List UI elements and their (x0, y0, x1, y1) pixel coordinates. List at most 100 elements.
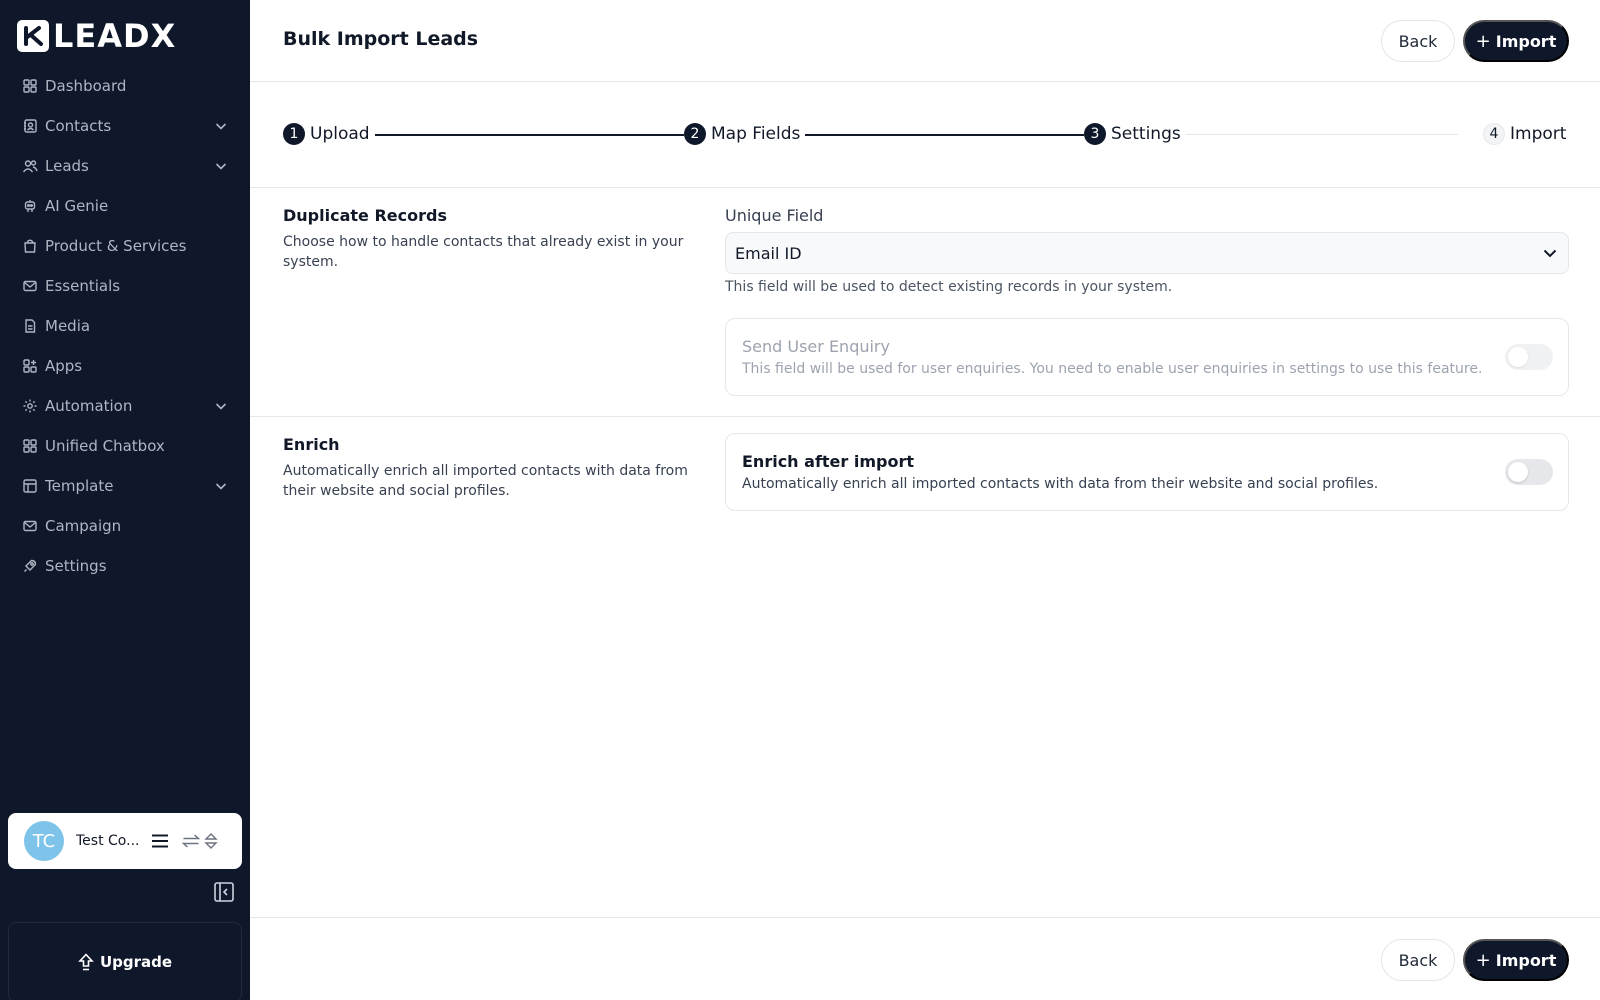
step-label: Map Fields (711, 124, 801, 144)
footer-import-button[interactable]: + Import (1463, 939, 1569, 981)
sidebar-item-campaign[interactable]: Campaign (0, 506, 250, 546)
duplicate-records-title: Duplicate Records (283, 206, 447, 225)
chatbox-grid-icon (21, 437, 39, 455)
sidebar-item-automation[interactable]: Automation (0, 386, 250, 426)
expand-sort-icon[interactable] (204, 830, 218, 852)
step-number: 2 (684, 123, 706, 145)
section-divider (250, 187, 1600, 188)
brand-logo[interactable]: LEADX (17, 20, 176, 52)
sidebar-item-label: AI Genie (45, 197, 109, 215)
sidebar-item-settings[interactable]: Settings (0, 546, 250, 586)
step-label: Upload (310, 124, 370, 144)
step-label: Settings (1111, 124, 1181, 144)
sidebar-item-product-services[interactable]: Product & Services (0, 226, 250, 266)
switch-arrows-icon[interactable] (182, 830, 200, 852)
import-button[interactable]: + Import (1463, 20, 1569, 62)
enrich-after-import-card: Enrich after import Automatically enrich… (725, 433, 1569, 511)
chevron-down-icon[interactable] (214, 479, 228, 493)
mail-icon (21, 277, 39, 295)
sidebar-item-label: Product & Services (45, 237, 187, 255)
chevron-down-icon (1542, 245, 1558, 261)
step-upload[interactable]: 1 Upload (283, 123, 375, 145)
sidebar-item-dashboard[interactable]: Dashboard (0, 66, 250, 106)
import-stepper: 1 Upload 2 Map Fields 3 Settings 4 Impor… (283, 120, 1572, 150)
import-label: Import (1495, 950, 1557, 970)
shopping-bag-icon (21, 237, 39, 255)
user-card[interactable]: TC Test Co... (8, 813, 242, 869)
step-connector (1158, 134, 1458, 135)
unique-field-value: Email ID (735, 243, 802, 263)
enrich-description: Automatically enrich all imported contac… (283, 463, 688, 499)
avatar[interactable]: TC (24, 821, 64, 861)
sidebar-item-template[interactable]: Template (0, 466, 250, 506)
sidebar-item-label: Contacts (45, 117, 112, 135)
sidebar-item-label: Leads (45, 157, 89, 175)
sidebar-item-label: Automation (45, 397, 133, 415)
sidebar-item-apps[interactable]: Apps (0, 346, 250, 386)
sidebar-item-label: Template (45, 477, 114, 495)
chevron-down-icon[interactable] (214, 119, 228, 133)
import-label: Import (1495, 31, 1557, 51)
page-title: Bulk Import Leads (283, 28, 479, 50)
collapse-sidebar-icon[interactable] (213, 881, 235, 903)
unique-field-hint: This field will be used to detect existi… (725, 279, 1173, 295)
sidebar-item-label: Essentials (45, 277, 121, 295)
step-import[interactable]: 4 Import (1483, 123, 1572, 145)
logo-mark-icon (17, 20, 49, 52)
back-button[interactable]: Back (1381, 20, 1455, 62)
sidebar-item-label: Dashboard (45, 77, 127, 95)
users-icon (21, 157, 39, 175)
enrich-after-import-toggle[interactable] (1505, 459, 1553, 485)
enrich-after-import-description: Automatically enrich all imported contac… (742, 476, 1379, 492)
step-number: 3 (1084, 123, 1106, 145)
sidebar-nav: Dashboard Contacts Leads AI Genie Produc… (0, 66, 250, 586)
automation-gear-icon (21, 397, 39, 415)
main-content: Bulk Import Leads Back + Import 1 Upload… (250, 0, 1600, 1000)
step-number: 1 (283, 123, 305, 145)
sidebar-item-unified-chatbox[interactable]: Unified Chatbox (0, 426, 250, 466)
campaign-mail-icon (21, 517, 39, 535)
file-icon (21, 317, 39, 335)
step-connector (788, 134, 1091, 136)
chevron-down-icon[interactable] (214, 399, 228, 413)
page-footer: Back + Import (250, 917, 1600, 1000)
plus-icon: + (1475, 949, 1491, 971)
step-connector (369, 134, 691, 136)
enrich-title: Enrich (283, 435, 340, 454)
send-user-enquiry-toggle[interactable] (1505, 344, 1553, 370)
unique-field-label: Unique Field (725, 206, 824, 225)
sidebar-item-essentials[interactable]: Essentials (0, 266, 250, 306)
sidebar-item-ai-genie[interactable]: AI Genie (0, 186, 250, 226)
chevron-down-icon[interactable] (214, 159, 228, 173)
sidebar-item-label: Apps (45, 357, 83, 375)
sidebar: LEADX Dashboard Contacts Leads AI Genie … (0, 0, 250, 1000)
step-settings[interactable]: 3 Settings (1084, 123, 1186, 145)
enrich-after-import-title: Enrich after import (742, 452, 914, 471)
step-number: 4 (1483, 123, 1505, 145)
robot-icon (21, 197, 39, 215)
sidebar-item-media[interactable]: Media (0, 306, 250, 346)
upgrade-label: Upgrade (99, 953, 173, 971)
upload-arrow-icon (78, 953, 94, 971)
sidebar-item-label: Unified Chatbox (45, 437, 165, 455)
user-name: Test Co... (76, 833, 140, 849)
toggle-knob (1508, 462, 1528, 482)
footer-back-button[interactable]: Back (1381, 939, 1455, 981)
sidebar-item-label: Settings (45, 557, 107, 575)
sidebar-item-label: Campaign (45, 517, 122, 535)
toggle-knob (1508, 347, 1528, 367)
step-map-fields[interactable]: 2 Map Fields (684, 123, 806, 145)
apps-grid-icon (21, 357, 39, 375)
sidebar-item-contacts[interactable]: Contacts (0, 106, 250, 146)
upgrade-button[interactable]: Upgrade (8, 922, 242, 1000)
section-divider (250, 416, 1600, 417)
step-label: Import (1510, 124, 1567, 144)
send-user-enquiry-title: Send User Enquiry (742, 337, 890, 356)
template-icon (21, 477, 39, 495)
sidebar-item-leads[interactable]: Leads (0, 146, 250, 186)
send-user-enquiry-description: This field will be used for user enquiri… (742, 361, 1483, 377)
page-header: Bulk Import Leads Back + Import (250, 0, 1600, 82)
menu-icon[interactable] (150, 830, 170, 852)
unique-field-select[interactable]: Email ID (725, 232, 1569, 274)
send-user-enquiry-card: Send User Enquiry This field will be use… (725, 318, 1569, 396)
